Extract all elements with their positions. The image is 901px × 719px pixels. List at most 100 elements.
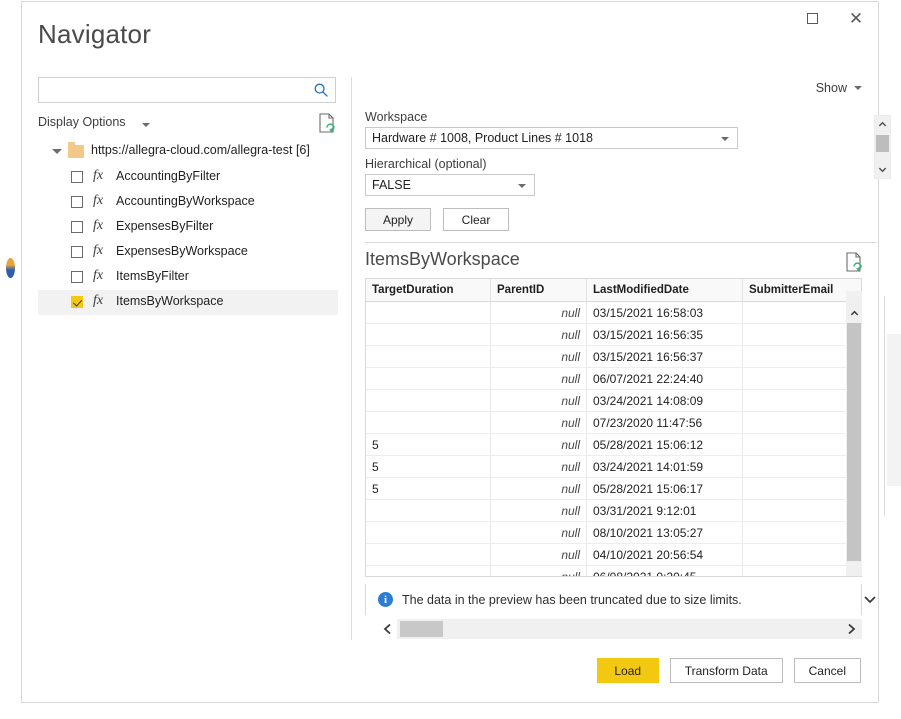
refresh-document-icon[interactable] (318, 113, 336, 133)
table-row[interactable]: null03/31/2021 9:12:01it-hw-4 (366, 500, 862, 522)
table-cell-lastmodifieddate: 03/15/2021 16:58:03 (587, 302, 743, 324)
scroll-up-button[interactable] (875, 116, 890, 133)
scrollbar-thumb[interactable] (876, 135, 889, 152)
table-cell-parentid: null (491, 500, 587, 522)
table-cell-submitteremail (743, 324, 863, 346)
search-input[interactable] (45, 78, 311, 104)
chevron-down-icon[interactable] (863, 592, 877, 606)
null-value: null (561, 350, 580, 364)
tree-item-itemsbyworkspace[interactable]: fx ItemsByWorkspace (38, 290, 338, 315)
table-cell-targetduration (366, 390, 491, 412)
table-cell-parentid: null (491, 390, 587, 412)
hierarchical-value: FALSE (372, 178, 411, 192)
table-cell-lastmodifieddate: 06/07/2021 22:24:40 (587, 368, 743, 390)
chevron-down-icon (721, 137, 729, 141)
tree-item-checkbox[interactable] (71, 271, 83, 283)
chevron-down-icon (142, 123, 150, 127)
preview-info-bar: i The data in the preview has been trunc… (365, 584, 862, 615)
tree-root-node[interactable]: https://allegra-cloud.com/allegra-test [… (38, 139, 338, 165)
table-cell-lastmodifieddate: 05/28/2021 15:06:17 (587, 478, 743, 500)
table-cell-lastmodifieddate: 05/28/2021 15:06:12 (587, 434, 743, 456)
table-row[interactable]: null03/24/2021 14:08:09ENG-1 (366, 390, 862, 412)
table-cell-targetduration: 5 (366, 434, 491, 456)
triangle-expanded-icon[interactable] (52, 149, 62, 154)
column-header-submitteremail[interactable]: SubmitterEmail (743, 279, 863, 302)
table-row[interactable]: null03/15/2021 16:56:35VWP-1 (366, 324, 862, 346)
chevron-left-icon (382, 623, 394, 635)
h-scroll-left-button[interactable] (379, 620, 397, 638)
tree-item-checkbox[interactable] (71, 296, 83, 308)
workspace-select[interactable]: Hardware # 1008, Product Lines # 1018 (365, 127, 738, 149)
footer-button-group: Load Transform Data Cancel (597, 658, 861, 683)
clear-button[interactable]: Clear (443, 208, 509, 231)
scroll-down-button[interactable] (875, 161, 890, 178)
grid-scrollbar-thumb[interactable] (847, 323, 861, 561)
tree-item-accountingbyworkspace[interactable]: fx AccountingByWorkspace (38, 190, 338, 215)
table-row[interactable]: 5null05/28/2021 15:06:12it-hw-1 (366, 434, 862, 456)
table-row[interactable]: null07/23/2020 11:47:56LIG-1 (366, 412, 862, 434)
tree-item-expensesbyfilter[interactable]: fx ExpensesByFilter (38, 215, 338, 240)
maximize-button[interactable] (790, 2, 834, 34)
transform-data-button[interactable]: Transform Data (670, 658, 783, 683)
tree-item-label: ItemsByFilter (116, 269, 189, 283)
table-row[interactable]: 5null05/28/2021 15:06:17it-hw-3 (366, 478, 862, 500)
function-icon: fx (93, 293, 103, 309)
tree-root-label: https://allegra-cloud.com/allegra-test [… (91, 143, 310, 157)
table-cell-targetduration (366, 368, 491, 390)
null-value: null (561, 328, 580, 342)
table-cell-lastmodifieddate: 03/31/2021 9:12:01 (587, 500, 743, 522)
column-header-parentid[interactable]: ParentID (491, 279, 587, 302)
tree-item-checkbox[interactable] (71, 246, 83, 258)
tree-item-checkbox[interactable] (71, 196, 83, 208)
table-row[interactable]: null06/08/2021 0:20:45it-hw-7 (366, 566, 862, 578)
h-scroll-right-button[interactable] (842, 620, 860, 638)
search-icon (313, 82, 329, 98)
tree-item-itemsbyfilter[interactable]: fx ItemsByFilter (38, 265, 338, 290)
tree-item-expensesbyworkspace[interactable]: fx ExpensesByWorkspace (38, 240, 338, 265)
preview-grid[interactable]: TargetDuration ParentID LastModifiedDate… (365, 278, 862, 577)
tree-item-accountingbyfilter[interactable]: fx AccountingByFilter (38, 165, 338, 190)
table-row[interactable]: null04/10/2021 20:56:54it-hw-6 (366, 544, 862, 566)
chevron-up-icon (878, 120, 887, 129)
search-box[interactable] (38, 77, 336, 103)
hierarchical-select[interactable]: FALSE (365, 174, 535, 196)
table-row[interactable]: 5null03/24/2021 14:01:59it-hw-2 (366, 456, 862, 478)
table-cell-lastmodifieddate: 08/10/2021 13:05:27 (587, 522, 743, 544)
null-value: null (561, 372, 580, 386)
table-row[interactable]: null08/10/2021 13:05:27it-hw-5 (366, 522, 862, 544)
tree-item-label: ExpensesByWorkspace (116, 244, 248, 258)
apply-button[interactable]: Apply (365, 208, 431, 231)
table-cell-parentid: null (491, 566, 587, 578)
load-button[interactable]: Load (597, 658, 659, 683)
table-row[interactable]: null06/07/2021 22:24:40VWPC-1 (366, 368, 862, 390)
column-header-targetduration[interactable]: TargetDuration (366, 279, 491, 302)
display-options-row[interactable]: Display Options (38, 115, 338, 135)
table-cell-targetduration (366, 302, 491, 324)
grid-scroll-up-button[interactable] (846, 305, 862, 321)
column-header-lastmodifieddate[interactable]: LastModifiedDate (587, 279, 743, 302)
table-cell-targetduration (366, 500, 491, 522)
table-cell-lastmodifieddate: 06/08/2021 0:20:45 (587, 566, 743, 578)
workspace-value: Hardware # 1008, Product Lines # 1018 (372, 131, 593, 145)
close-button[interactable]: ✕ (834, 2, 878, 34)
table-cell-submitteremail (743, 456, 863, 478)
table-row[interactable]: null03/15/2021 16:56:37VWGC- (366, 346, 862, 368)
cancel-button[interactable]: Cancel (794, 658, 861, 683)
h-scrollbar-thumb[interactable] (400, 621, 443, 637)
preview-grid-scrollbar[interactable] (846, 291, 862, 576)
refresh-document-icon[interactable] (845, 252, 863, 272)
table-row[interactable]: null03/15/2021 16:58:03VWG-1 (366, 302, 862, 324)
tree-item-checkbox[interactable] (71, 221, 83, 233)
function-icon: fx (93, 268, 103, 284)
preview-h-scrollbar[interactable] (397, 619, 862, 639)
tree-item-checkbox[interactable] (71, 171, 83, 183)
show-dropdown[interactable]: Show (816, 81, 862, 95)
null-value: null (561, 570, 580, 578)
table-cell-lastmodifieddate: 04/10/2021 20:56:54 (587, 544, 743, 566)
navigator-dialog: ✕ Navigator Display Options (21, 1, 879, 703)
parameters-form: Workspace Hardware # 1008, Product Lines… (365, 110, 738, 231)
table-cell-parentid: null (491, 434, 587, 456)
chevron-down-icon (518, 184, 526, 188)
right-panel-scrollbar[interactable] (874, 115, 891, 179)
table-cell-submitteremail (743, 302, 863, 324)
